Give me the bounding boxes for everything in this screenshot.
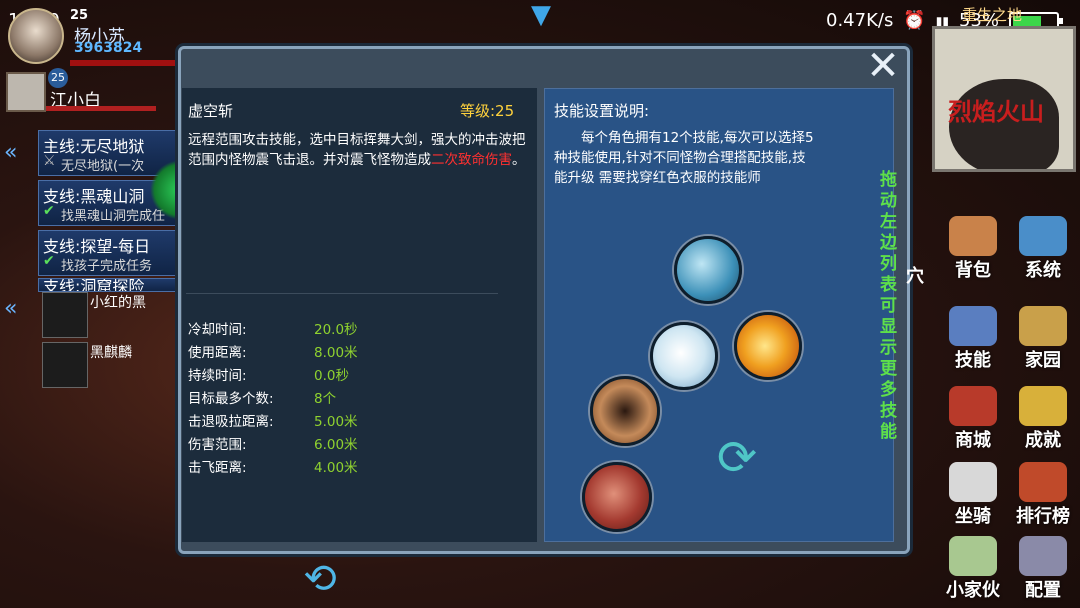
menu-config-button[interactable]: 配置 [1010,536,1076,601]
player-power: 3963824 [74,40,143,56]
stat-value: 8.00米 [314,345,358,361]
menu-label: 商城 [955,430,991,451]
bag-icon [949,216,997,256]
menu-label: 系统 [1025,260,1061,281]
menu-skill-button[interactable]: 技能 [940,306,1006,371]
help-text: 每个角色拥有12个技能,每次可以选择5种技能使用,针对不同怪物合理搭配技能,技能… [554,130,814,186]
home-icon [1019,306,1067,346]
gear-icon [1019,536,1067,576]
stat-label: 冷却时间: [188,322,247,338]
stat-value: 6.00米 [314,437,358,453]
skill-desc-highlight: 二次致命伤害 [431,152,512,168]
stat-value: 5.00米 [314,414,358,430]
stat-label: 持续时间: [188,368,247,384]
skill-slot-blood[interactable] [582,462,652,532]
stat-label: 击飞距离: [188,460,247,476]
quest-title: 支线:洞窟探险 [43,278,145,292]
cave-label: 穴 [906,266,924,287]
stat-label: 使用距离: [188,345,247,361]
menu-home-button[interactable]: 家园 [1010,306,1076,371]
menu-system-button[interactable]: 系统 [1010,216,1076,281]
skill-slot-ice[interactable] [674,236,742,304]
horse-icon [949,462,997,502]
menu-rank-button[interactable]: 排行榜 [1010,462,1076,527]
menu-achievement-button[interactable]: 成就 [1010,386,1076,451]
companion-level: 25 [48,68,68,88]
pet-avatar[interactable] [42,292,88,338]
skill-slot-light[interactable] [650,322,718,390]
stat-value: 0.0秒 [314,368,349,384]
help-title: 技能设置说明: [554,102,650,120]
check-icon: ✔ [43,253,55,269]
stat-label: 目标最多个数: [188,391,274,407]
skill-level: 等级:25 [460,102,515,120]
chevron-down-icon[interactable]: ▼ [526,2,556,28]
stat-label: 击退吸拉距离: [188,414,274,430]
menu-mount-button[interactable]: 坐骑 [940,462,1006,527]
pet-name: 小红的黑 [90,295,146,311]
quest-title: 支线:探望-每日 [43,237,151,256]
pet-collapse-icon[interactable]: « [4,296,32,321]
player-hp-bar [70,60,180,66]
minimap-location: 烈焰火山 [948,98,1044,126]
house-icon [1019,216,1067,256]
menu-pet-button[interactable]: 小家伙 [940,536,1006,601]
skill-description: 远程范围攻击技能，选中目标挥舞大剑，强大的冲击波把范围内怪物震飞击退。并对震飞怪… [188,130,534,170]
skill-slot-void[interactable] [590,376,660,446]
alarm-icon: ⏰ [903,10,926,31]
menu-label: 配置 [1025,580,1061,601]
network-speed: 0.47K/s [826,10,894,31]
menu-label: 背包 [955,260,991,281]
menu-shop-button[interactable]: 商城 [940,386,1006,451]
swords-icon: ⚔ [43,153,56,169]
quest-item-side-3[interactable]: 支线:洞窟探险 [38,278,180,292]
menu-label: 家园 [1025,350,1061,371]
menu-bag-button[interactable]: 背包 [940,216,1006,281]
skill-desc-end: 。 [512,152,526,168]
menu-label: 成就 [1025,430,1061,451]
book-icon [949,306,997,346]
menu-label: 技能 [955,350,991,371]
player-avatar[interactable] [8,8,64,64]
companion-avatar[interactable] [6,72,46,112]
pet-name: 黑麒麟 [90,345,132,361]
quest-title: 主线:无尽地狱 [43,137,145,156]
trophy-icon [1019,386,1067,426]
quest-item-side-2[interactable]: 支线:探望-每日 ✔ 找孩子完成任务 [38,230,180,276]
menu-label: 坐骑 [955,506,991,527]
quest-sub: 找孩子完成任务 [61,259,153,274]
pet-avatar[interactable] [42,342,88,388]
close-button[interactable]: ✕ [858,44,908,88]
skill-slot-fire[interactable] [734,312,802,380]
swap-icon[interactable]: ⟳ [706,430,768,486]
menu-label: 小家伙 [946,580,1000,601]
stat-value: 8个 [314,391,337,407]
map-region-name: 重生之地 [962,6,1023,24]
player-level: 25 [70,8,89,23]
skill-name: 虚空斩 [188,102,234,120]
stat-value: 4.00米 [314,460,358,476]
rank-icon [1019,462,1067,502]
stat-value: 20.0秒 [314,322,358,338]
check-icon: ✔ [43,203,55,219]
scroll-hint: 拖动左边列表可显示更多技能 [880,170,897,442]
shop-icon [949,386,997,426]
pet-icon [949,536,997,576]
divider [186,293,498,294]
switch-icon[interactable]: ⟲ [290,556,350,606]
companion-hp-bar [46,106,156,111]
quest-collapse-icon[interactable]: « [4,140,32,165]
menu-label: 排行榜 [1016,506,1070,527]
stat-label: 伤害范围: [188,437,247,453]
